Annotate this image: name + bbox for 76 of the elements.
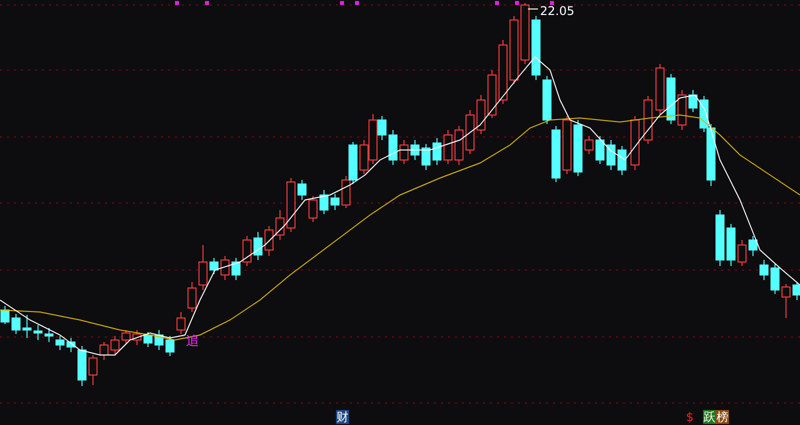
candlestick (542, 76, 552, 124)
candlestick (410, 140, 420, 160)
candlestick (574, 120, 582, 176)
candlestick (388, 130, 398, 166)
candlestick (520, 2, 530, 64)
candlestick (198, 244, 208, 290)
candlestick (0, 306, 10, 324)
candlestick (738, 240, 746, 266)
candlestick (510, 16, 518, 84)
candlestick (466, 110, 474, 154)
candlestick (88, 354, 98, 386)
candlestick (348, 142, 358, 184)
candlestick (100, 342, 108, 360)
candlestick (242, 236, 252, 266)
candlestick (254, 232, 262, 260)
candlestick (210, 258, 218, 274)
candlestick (276, 210, 284, 240)
candlestick (432, 138, 442, 166)
candlestick (630, 116, 640, 170)
candlestick (606, 140, 616, 170)
candlestick (154, 330, 164, 350)
candlestick (166, 336, 174, 356)
candlestick (122, 330, 130, 344)
badge: 榜 (716, 410, 729, 424)
candlestick (488, 70, 496, 118)
badge: 跃 (703, 410, 716, 424)
candlestick (78, 346, 86, 386)
candlestick (476, 94, 486, 134)
candlestick (188, 282, 196, 312)
dollar-marker: $ (686, 410, 694, 424)
candlestick (678, 90, 686, 130)
candlestick (56, 336, 64, 350)
candlestick (264, 226, 274, 256)
candlestick (552, 126, 560, 182)
candlestick (726, 224, 736, 266)
candlestick (596, 136, 604, 164)
candlestick (716, 210, 724, 266)
candlestick (532, 16, 540, 80)
candlestick (782, 284, 790, 318)
candlestick (34, 324, 42, 340)
candlestick (12, 314, 20, 334)
candlestick (110, 336, 120, 354)
candlestick (286, 178, 296, 232)
candlestick (132, 330, 142, 346)
leader-line (528, 8, 538, 10)
candlestick (422, 144, 430, 170)
candlestick (176, 312, 186, 334)
candlestick (562, 116, 572, 174)
candlestick (618, 146, 626, 176)
candlestick (220, 256, 230, 280)
candlestick (330, 194, 340, 210)
candlestick (232, 258, 240, 280)
badge: 财 (336, 410, 349, 424)
candlestick (644, 96, 652, 144)
candlestick (760, 260, 768, 280)
candlestick (770, 264, 780, 294)
candlestick (144, 332, 152, 348)
candlestick (792, 282, 800, 300)
candlestick (656, 64, 664, 114)
candlestick (342, 176, 350, 208)
candlestick (454, 126, 464, 166)
candlestick (688, 90, 698, 112)
candlestick (66, 338, 76, 352)
candlestick (400, 140, 408, 164)
candlestick (498, 40, 508, 104)
candlestick (298, 180, 306, 200)
candlestick (584, 136, 594, 154)
candlestick (22, 314, 32, 338)
candlestick (308, 196, 318, 222)
candlestick (748, 236, 758, 256)
candlestick (44, 328, 54, 342)
price-label: 22.05 (540, 4, 574, 18)
candlestick (320, 190, 328, 214)
signal-marker: 追 (186, 334, 199, 349)
candlestick (444, 130, 452, 164)
candlestick (666, 74, 676, 124)
